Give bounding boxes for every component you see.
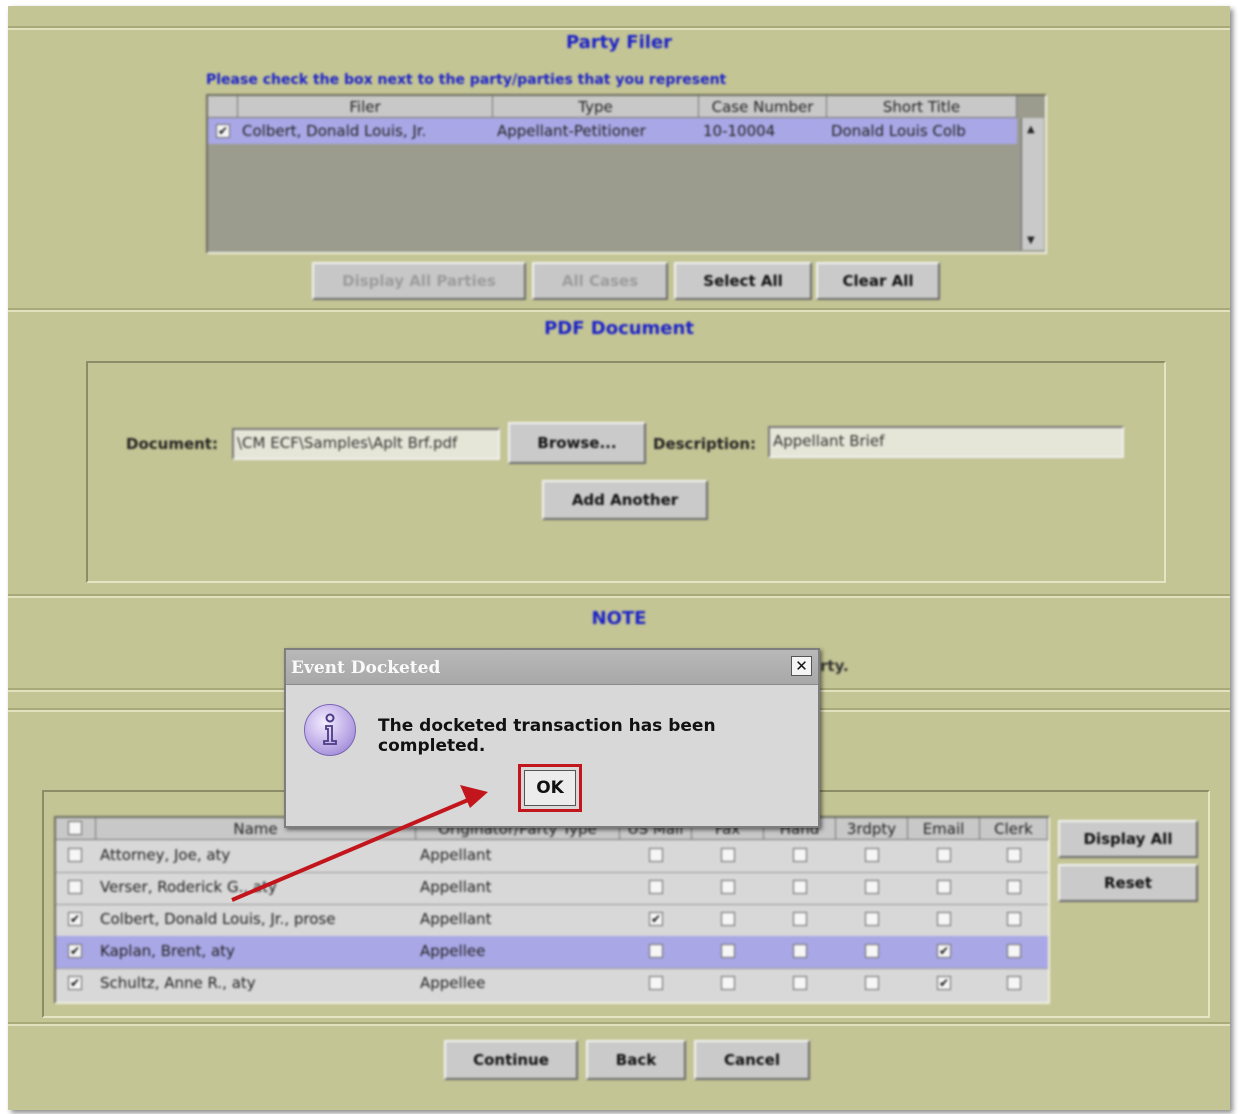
annotation-arrow-icon (231, 785, 488, 902)
annotation-arrow-head (460, 785, 488, 808)
annotation-arrow-shaft (231, 798, 469, 902)
